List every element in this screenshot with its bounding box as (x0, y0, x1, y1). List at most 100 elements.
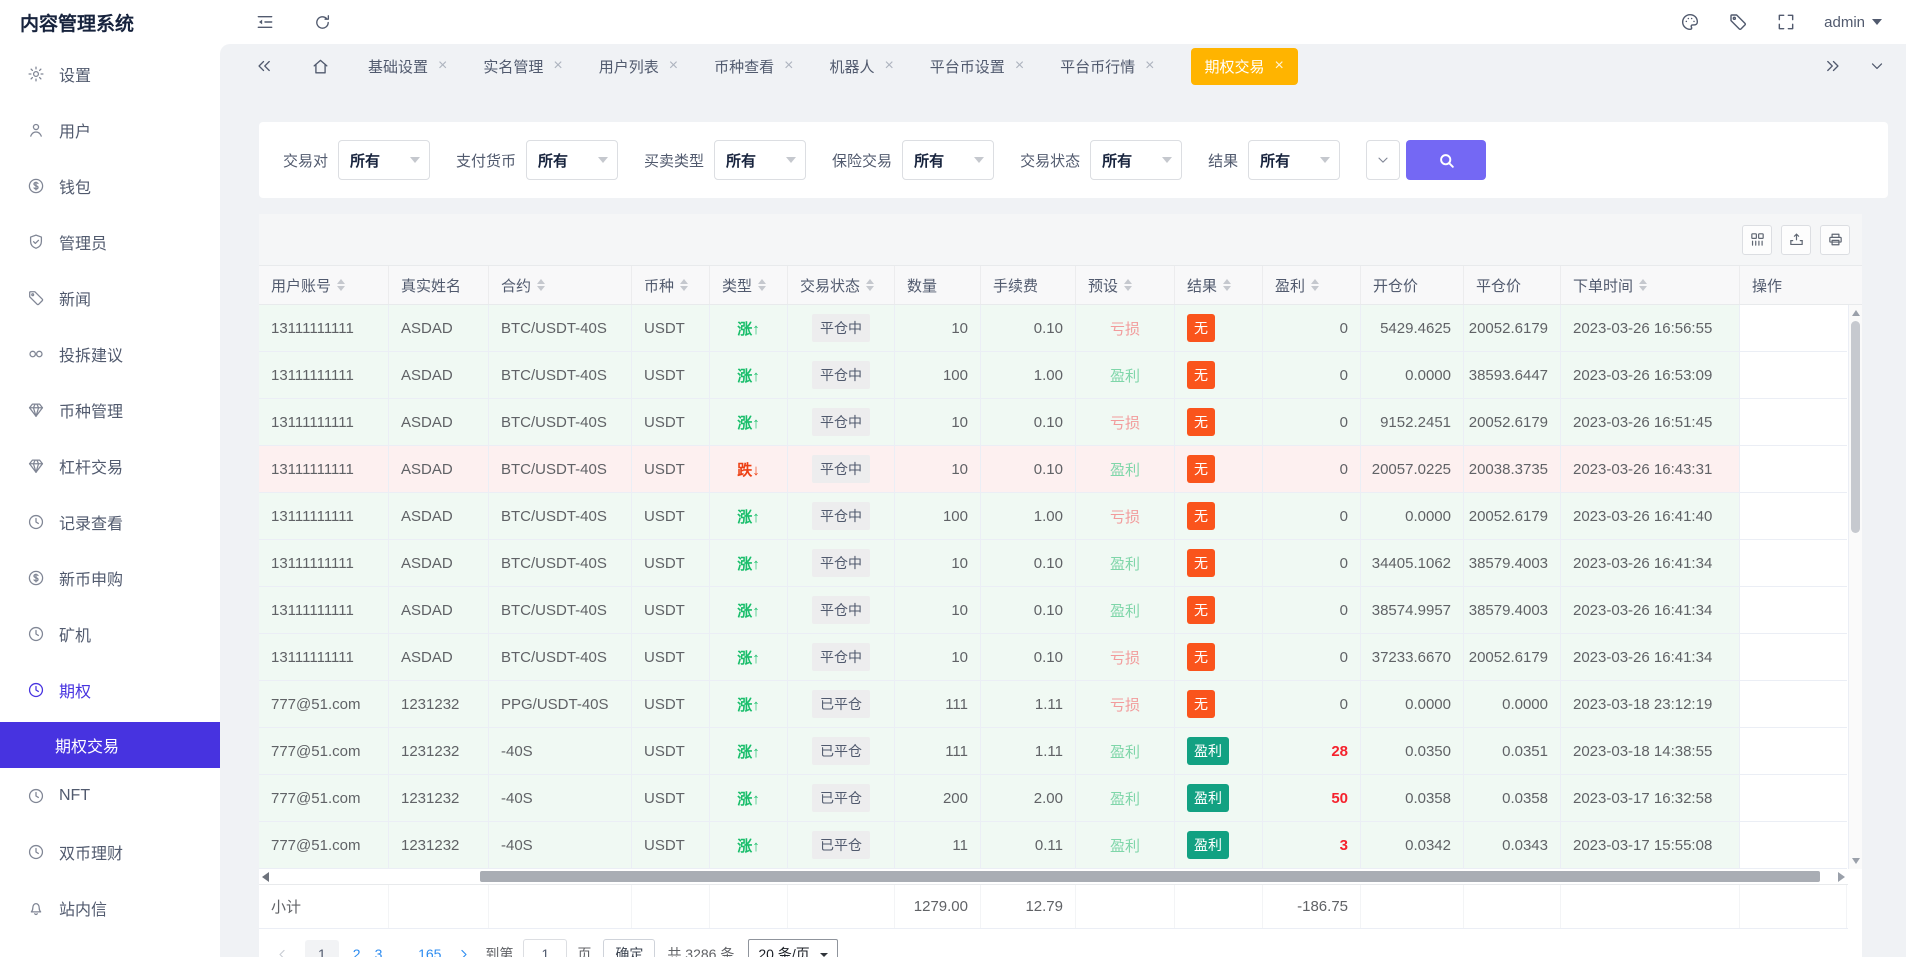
col-header-order_time[interactable]: 下单时间 (1561, 266, 1740, 304)
sort-icon[interactable] (337, 279, 346, 291)
vertical-scrollbar[interactable] (1848, 305, 1862, 869)
prev-page-icon[interactable] (275, 947, 290, 957)
chevrons-right-icon[interactable] (1824, 57, 1842, 75)
close-icon[interactable] (438, 58, 447, 74)
chevrons-left-icon[interactable] (255, 57, 273, 75)
tab-platform-coin-market[interactable]: 平台币行情 (1060, 56, 1154, 77)
sidebar-item-admins[interactable]: 管理员 (0, 214, 220, 270)
user-menu[interactable]: admin (1824, 14, 1882, 31)
search-button[interactable] (1406, 140, 1487, 180)
tab-options-trading[interactable]: 期权交易 (1190, 47, 1298, 85)
close-icon[interactable] (1015, 58, 1024, 74)
filter-insurance-select[interactable]: 所有 (902, 140, 995, 180)
col-header-coin[interactable]: 币种 (632, 266, 710, 304)
col-header-status[interactable]: 交易状态 (788, 266, 895, 304)
tab-real-name[interactable]: 实名管理 (483, 56, 562, 77)
page-number-input[interactable] (523, 939, 568, 957)
sidebar-item-wallet[interactable]: 钱包 (0, 158, 220, 214)
sidebar-item-records[interactable]: 记录查看 (0, 494, 220, 550)
refresh-icon[interactable] (313, 13, 332, 32)
col-header-type[interactable]: 类型 (710, 266, 788, 304)
sidebar-item-options[interactable]: 期权 (0, 662, 220, 718)
tab-platform-coin-settings[interactable]: 平台币设置 (930, 56, 1024, 77)
col-label: 数量 (907, 277, 938, 295)
next-page-icon[interactable] (456, 947, 471, 957)
close-icon[interactable] (784, 58, 793, 74)
cell-text: 0.0350 (1405, 742, 1451, 760)
sidebar-item-coin-management[interactable]: 币种管理 (0, 382, 220, 438)
cell-type: 涨↑ (710, 540, 788, 587)
page-button-2[interactable]: 2 (353, 946, 361, 957)
sidebar-item-news[interactable]: 新闻 (0, 270, 220, 326)
tag-icon[interactable] (1728, 12, 1748, 32)
close-icon[interactable] (884, 58, 893, 74)
tab-basic-settings[interactable]: 基础设置 (368, 56, 447, 77)
fullscreen-icon[interactable] (1776, 12, 1796, 32)
chevron-down-icon[interactable] (1868, 57, 1886, 75)
col-header-contract[interactable]: 合约 (489, 266, 632, 304)
horizontal-scroll-thumb[interactable] (480, 871, 1820, 882)
sidebar-item-users[interactable]: 用户 (0, 102, 220, 158)
sort-icon[interactable] (537, 279, 546, 291)
col-header-result[interactable]: 结果 (1175, 266, 1263, 304)
sidebar-item-nft[interactable]: NFT (0, 768, 220, 824)
sidebar-item-new-coin-subscribe[interactable]: 新币申购 (0, 550, 220, 606)
column-settings-button[interactable] (1742, 224, 1772, 255)
cell-text: ASDAD (401, 554, 453, 572)
scroll-right-icon[interactable] (1838, 871, 1845, 882)
print-button[interactable] (1820, 224, 1850, 255)
sort-icon[interactable] (758, 279, 767, 291)
palette-icon[interactable] (1680, 12, 1700, 32)
sidebar-item-miner[interactable]: 矿机 (0, 606, 220, 662)
sort-icon[interactable] (1223, 279, 1232, 291)
home-icon[interactable] (311, 57, 330, 76)
cell-text: ASDAD (401, 648, 453, 666)
scroll-left-icon[interactable] (262, 871, 269, 882)
tab-user-list[interactable]: 用户列表 (599, 56, 678, 77)
close-icon[interactable] (1275, 58, 1284, 74)
col-header-profit[interactable]: 盈利 (1263, 266, 1361, 304)
menu-fold-icon[interactable] (255, 12, 275, 32)
sort-icon[interactable] (866, 279, 875, 291)
sort-icon[interactable] (680, 279, 689, 291)
sidebar-item-dual-invest[interactable]: 双币理财 (0, 824, 220, 880)
export-button[interactable] (1781, 224, 1811, 255)
user-name: admin (1824, 13, 1865, 31)
collapse-filters-button[interactable] (1366, 140, 1401, 180)
cell-text: 111 (945, 695, 968, 713)
sort-icon[interactable] (1639, 279, 1648, 291)
filter-result-select[interactable]: 所有 (1248, 140, 1341, 180)
filter-pay-currency-select[interactable]: 所有 (526, 140, 619, 180)
subtotal-value: 1279.00 (913, 898, 968, 915)
page-button-1[interactable]: 1 (305, 940, 339, 957)
scroll-up-icon[interactable] (1852, 310, 1860, 316)
filter-trade-status-select[interactable]: 所有 (1090, 140, 1183, 180)
close-icon[interactable] (553, 58, 562, 74)
page-button-3[interactable]: 3 (375, 946, 383, 957)
sidebar-item-site-messages[interactable]: 站内信 (0, 880, 220, 936)
close-icon[interactable] (1145, 58, 1154, 74)
tab-coin-view[interactable]: 币种查看 (714, 56, 793, 77)
page-size-select[interactable]: 20 条/页 (748, 938, 838, 957)
sidebar-item-feedback[interactable]: 投拆建议 (0, 326, 220, 382)
col-header-account[interactable]: 用户账号 (259, 266, 389, 304)
filter-pair-select[interactable]: 所有 (338, 140, 431, 180)
cell-close_price: 20052.6179 (1464, 493, 1561, 540)
tab-robot[interactable]: 机器人 (829, 56, 893, 77)
scroll-down-icon[interactable] (1852, 858, 1860, 864)
result-badge: 无 (1187, 549, 1215, 577)
cell-action (1740, 399, 1847, 446)
sort-icon[interactable] (1124, 279, 1133, 291)
vertical-scroll-thumb[interactable] (1851, 321, 1860, 533)
sidebar-subitem-options-trading[interactable]: 期权交易 (0, 722, 220, 768)
page-button-165[interactable]: 165 (418, 946, 441, 957)
horizontal-scrollbar[interactable] (259, 869, 1848, 884)
sidebar-item-settings[interactable]: 设置 (0, 46, 220, 102)
close-icon[interactable] (669, 58, 678, 74)
sidebar-item-leverage-trading[interactable]: 杠杆交易 (0, 438, 220, 494)
sort-icon[interactable] (1311, 279, 1320, 291)
confirm-button[interactable]: 确定 (603, 939, 656, 957)
col-header-preset[interactable]: 预设 (1076, 266, 1175, 304)
filter-trade-type-select[interactable]: 所有 (714, 140, 807, 180)
cell-coin: USDT (632, 634, 710, 681)
